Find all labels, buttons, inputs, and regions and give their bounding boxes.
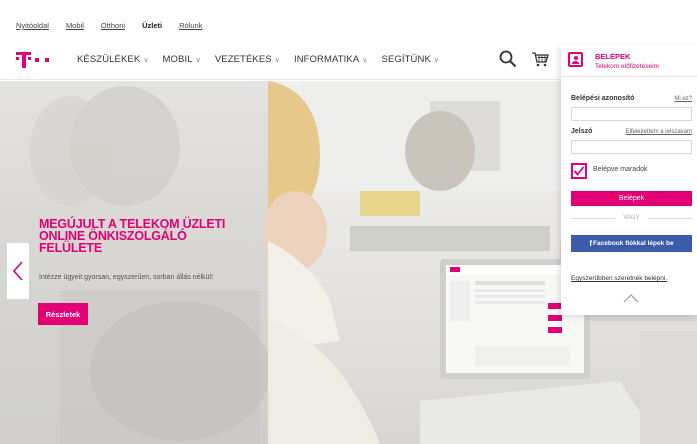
facebook-login-button[interactable]: f Facebook fiókkal lépek be xyxy=(571,235,692,252)
menu-item-label: MOBIL xyxy=(162,54,193,65)
menu-item-informatika[interactable]: INFORMATIKA ∨ xyxy=(294,54,368,65)
checkmark-icon xyxy=(573,166,585,176)
username-label: Belépési azonosító xyxy=(571,95,635,102)
link-otthoni[interactable]: Otthoni xyxy=(101,21,125,30)
chevron-down-icon: ∨ xyxy=(274,56,280,64)
login-panel: BELÉPEK Telekom előfizetéseim Belépési a… xyxy=(561,45,697,315)
remember-me-checkbox[interactable] xyxy=(571,163,587,179)
logo-dot xyxy=(35,58,39,62)
details-button[interactable]: Részletek xyxy=(38,303,88,325)
cart-icon[interactable] xyxy=(531,51,549,67)
facebook-icon: f xyxy=(589,239,593,248)
login-button[interactable]: Belépek xyxy=(571,191,692,206)
main-menu: KÉSZÜLÉKEK ∨ MOBIL ∨ VEZETÉKES ∨ INFORMA… xyxy=(77,54,439,65)
menu-item-label: VEZETÉKES xyxy=(214,54,272,65)
chevron-down-icon: ∨ xyxy=(143,56,149,64)
carousel-prev-button[interactable] xyxy=(7,243,29,299)
remember-me-label: Belépve maradok xyxy=(593,166,648,173)
login-title: BELÉPEK xyxy=(595,52,631,61)
menu-item-mobil[interactable]: MOBIL ∨ xyxy=(163,54,201,65)
chevron-down-icon: ∨ xyxy=(195,56,201,64)
chevron-left-icon xyxy=(13,261,23,281)
chevron-down-icon: ∨ xyxy=(433,56,440,64)
facebook-login-label: Facebook fiókkal lépek be xyxy=(593,240,674,247)
menu-item-label: KÉSZÜLÉKEK xyxy=(77,54,141,65)
t-logo-icon xyxy=(16,52,31,68)
user-icon xyxy=(568,52,583,67)
telekom-logo[interactable] xyxy=(16,52,49,68)
menu-item-label: SEGÍTÜNK xyxy=(381,54,431,65)
logo-dot xyxy=(45,58,49,62)
link-uzleti[interactable]: Üzleti xyxy=(142,21,162,30)
login-subtitle: Telekom előfizetéseim xyxy=(595,63,659,70)
or-divider: VAGY xyxy=(571,215,692,221)
search-icon[interactable] xyxy=(499,50,517,68)
username-field[interactable] xyxy=(571,107,692,121)
forgot-password-link[interactable]: Elfelejtettem a jelszavam xyxy=(626,129,692,135)
chevron-down-icon: ∨ xyxy=(362,56,368,64)
segment-links: Nyitóoldal Mobil Otthoni Üzleti Rólunk xyxy=(16,21,202,30)
link-nyitooldal[interactable]: Nyitóoldal xyxy=(16,21,49,30)
whats-this-link[interactable]: Mi ez? xyxy=(674,96,692,102)
menu-item-vezetekes[interactable]: VEZETÉKES ∨ xyxy=(215,54,280,65)
chevron-up-icon[interactable] xyxy=(623,293,639,303)
top-links-bar: Nyitóoldal Mobil Otthoni Üzleti Rólunk xyxy=(0,0,697,40)
hero-headline: MEGÚJULT A TELEKOM ÜZLETI ONLINE ÖNKISZO… xyxy=(39,217,226,255)
password-field[interactable] xyxy=(571,140,692,154)
link-mobil[interactable]: Mobil xyxy=(66,21,84,30)
easier-login-link[interactable]: Egyszerűbben szeretnék belépni. xyxy=(571,275,667,282)
menu-item-keszulekek[interactable]: KÉSZÜLÉKEK ∨ xyxy=(77,54,149,65)
hero-subtext: Intézze ügyeit gyorsan, egyszerűen, sorb… xyxy=(39,274,213,281)
login-header[interactable]: BELÉPEK Telekom előfizetéseim xyxy=(561,45,697,77)
password-label: Jelszó xyxy=(571,128,593,135)
link-rolunk[interactable]: Rólunk xyxy=(179,21,202,30)
menu-item-segitunk[interactable]: SEGÍTÜNK ∨ xyxy=(382,54,440,65)
menu-item-label: INFORMATIKA xyxy=(293,54,360,65)
